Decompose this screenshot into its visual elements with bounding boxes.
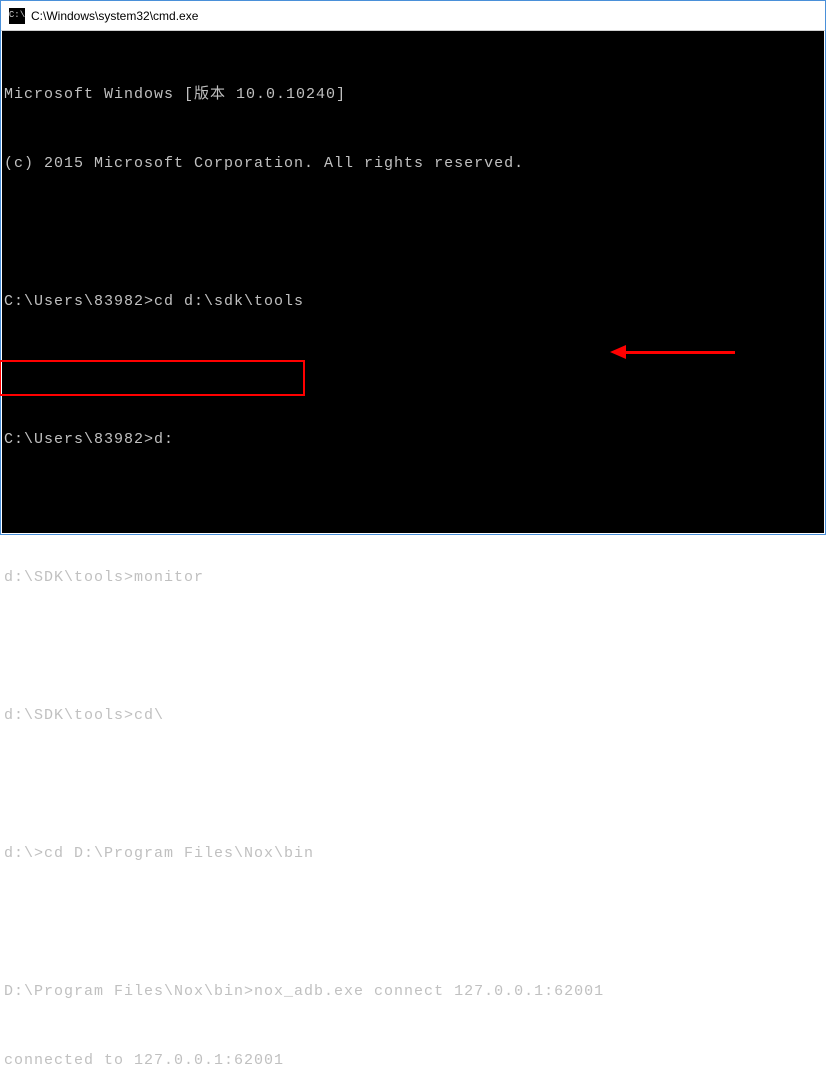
terminal-line: C:\Users\83982>d: — [4, 428, 822, 451]
terminal-line: C:\Users\83982>cd d:\sdk\tools — [4, 290, 822, 313]
terminal-line — [4, 497, 822, 520]
terminal-line — [4, 773, 822, 796]
cmd-window: C:\ C:\Windows\system32\cmd.exe Microsof… — [0, 0, 826, 535]
terminal-line: d:\>cd D:\Program Files\Nox\bin — [4, 842, 822, 865]
cmd-icon-label: C:\ — [9, 11, 25, 20]
titlebar[interactable]: C:\ C:\Windows\system32\cmd.exe — [1, 1, 825, 31]
terminal-line — [4, 911, 822, 934]
terminal-line: D:\Program Files\Nox\bin>nox_adb.exe con… — [4, 980, 822, 1003]
terminal-line — [4, 359, 822, 382]
terminal-line: Microsoft Windows [版本 10.0.10240] — [4, 83, 822, 106]
terminal-line: connected to 127.0.0.1:62001 — [4, 1049, 822, 1070]
terminal-line: d:\SDK\tools>cd\ — [4, 704, 822, 727]
terminal-line: d:\SDK\tools>monitor — [4, 566, 822, 589]
terminal-line — [4, 635, 822, 658]
terminal-area[interactable]: Microsoft Windows [版本 10.0.10240] (c) 20… — [2, 31, 824, 533]
window-title: C:\Windows\system32\cmd.exe — [31, 9, 198, 23]
terminal-line — [4, 221, 822, 244]
cmd-icon: C:\ — [9, 8, 25, 24]
terminal-line: (c) 2015 Microsoft Corporation. All righ… — [4, 152, 822, 175]
